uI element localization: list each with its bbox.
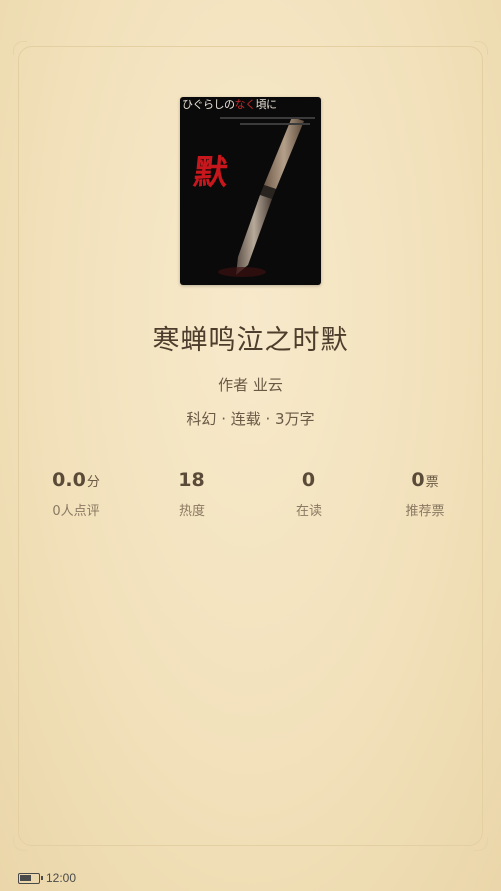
book-title: 寒蝉鸣泣之时默 — [152, 325, 349, 356]
battery-level-fill — [20, 875, 31, 881]
cover-subtitle-line — [240, 123, 310, 125]
book-detail-page: ひぐらしのなく頃に 默 寒蝉鸣泣之时默 作者 业云 科幻 · 连载 · 3万字 … — [0, 0, 501, 891]
book-cover[interactable]: ひぐらしのなく頃に 默 — [180, 97, 321, 285]
stat-popularity: 18 热度 — [134, 466, 250, 519]
stat-label: 热度 — [178, 504, 205, 519]
stat-value: 0票 — [411, 469, 439, 491]
status-time: 12:00 — [46, 871, 77, 885]
cover-kanji: 默 — [191, 153, 230, 193]
cover-subtitle-line — [220, 117, 315, 119]
stat-label: 0人点评 — [52, 504, 100, 519]
frame-corner-bottom-left — [13, 837, 27, 851]
frame-corner-top-left — [13, 41, 27, 55]
status-bar: 12:00 — [0, 867, 501, 891]
cover-title-text: ひぐらしのなく頃に — [182, 98, 277, 111]
book-meta: 科幻 · 连载 · 3万字 — [186, 410, 315, 428]
stat-value: 0 — [301, 469, 316, 491]
battery-icon — [18, 873, 43, 884]
stat-reading: 0 在读 — [251, 466, 367, 519]
stat-rating[interactable]: 0.0分 0人点评 — [18, 466, 134, 519]
frame-corner-top-right — [474, 41, 488, 55]
stat-recommend-votes[interactable]: 0票 推荐票 — [367, 466, 483, 519]
book-author[interactable]: 作者 业云 — [0, 374, 501, 395]
frame-corner-bottom-right — [474, 837, 488, 851]
book-stats: 0.0分 0人点评 18 热度 0 在读 0票 推荐票 — [0, 466, 501, 526]
stat-label: 推荐票 — [405, 504, 445, 519]
stat-label: 在读 — [295, 504, 322, 519]
stat-value: 18 — [178, 469, 205, 491]
stat-value: 0.0分 — [52, 469, 100, 491]
